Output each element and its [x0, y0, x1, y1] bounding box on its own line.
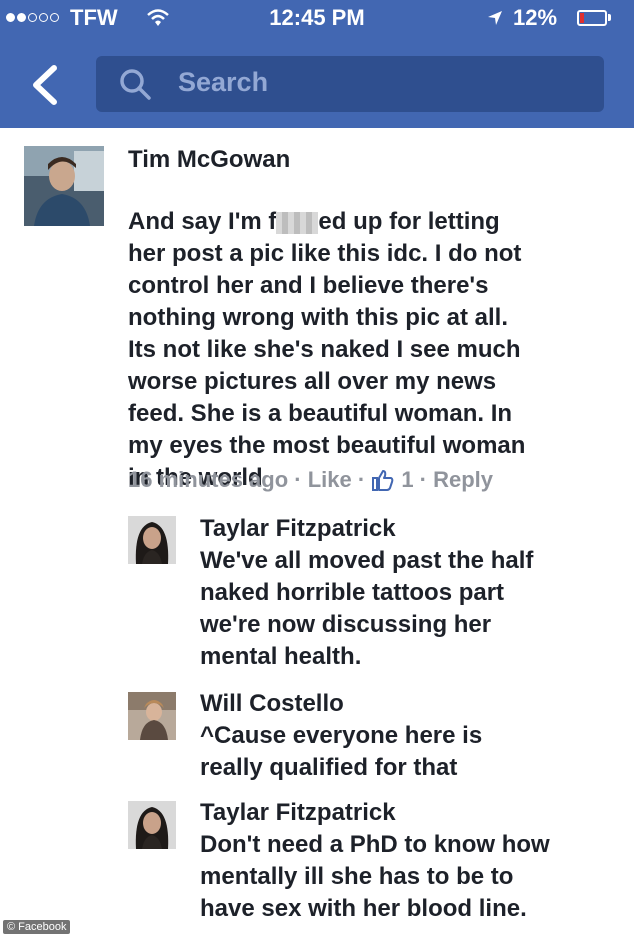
back-arrow-icon[interactable]	[26, 62, 66, 108]
search-icon	[120, 69, 151, 100]
comment-timestamp[interactable]: 16 minutes ago	[128, 467, 288, 493]
location-arrow-icon	[488, 11, 502, 25]
reply-text: ^Cause everyone here is really qualified…	[200, 722, 483, 781]
watermark: © Facebook	[3, 920, 71, 934]
search-input[interactable]: Search	[178, 67, 268, 98]
search-bar[interactable]: Search	[96, 56, 604, 112]
like-link[interactable]: Like	[308, 467, 352, 493]
app-header: TFW 12:45 PM 12% Search	[0, 0, 634, 128]
avatar[interactable]	[24, 146, 104, 226]
separator: ·	[413, 467, 434, 492]
profile-photo-icon	[128, 692, 176, 740]
censored-word	[276, 211, 319, 234]
comment-text-after: ed up for letting	[318, 208, 500, 235]
separator: ·	[351, 467, 372, 492]
profile-photo-icon	[24, 146, 104, 226]
thumbs-up-icon[interactable]	[371, 468, 395, 492]
reply-author[interactable]: Taylar Fitzpatrick	[200, 799, 396, 827]
separator: ·	[288, 467, 308, 492]
battery-icon	[577, 10, 607, 26]
status-bar: TFW 12:45 PM 12%	[0, 0, 634, 42]
like-count: 1	[401, 467, 414, 492]
battery-tip	[608, 14, 611, 21]
comment-text-before: And say I'm f	[128, 208, 277, 235]
avatar[interactable]	[128, 692, 176, 740]
profile-photo-icon	[128, 801, 176, 849]
reply-link[interactable]: Reply	[433, 467, 493, 493]
reply-text: We've all moved past the half naked horr…	[200, 547, 534, 670]
comment-author[interactable]: Tim McGowan	[128, 146, 290, 174]
battery-percentage: 12%	[513, 5, 558, 30]
comment-text-rest: her post a pic like this idc. I do not c…	[128, 240, 526, 491]
comment-meta: 16 minutes ago · Like · 1 · Reply	[128, 467, 493, 493]
reply-author[interactable]: Taylar Fitzpatrick	[200, 515, 396, 543]
profile-photo-icon	[128, 516, 176, 564]
reply-text: Don't need a PhD to know how mentally il…	[200, 831, 550, 922]
avatar[interactable]	[128, 801, 176, 849]
avatar[interactable]	[128, 516, 176, 564]
reply-author[interactable]: Will Costello	[200, 690, 344, 718]
